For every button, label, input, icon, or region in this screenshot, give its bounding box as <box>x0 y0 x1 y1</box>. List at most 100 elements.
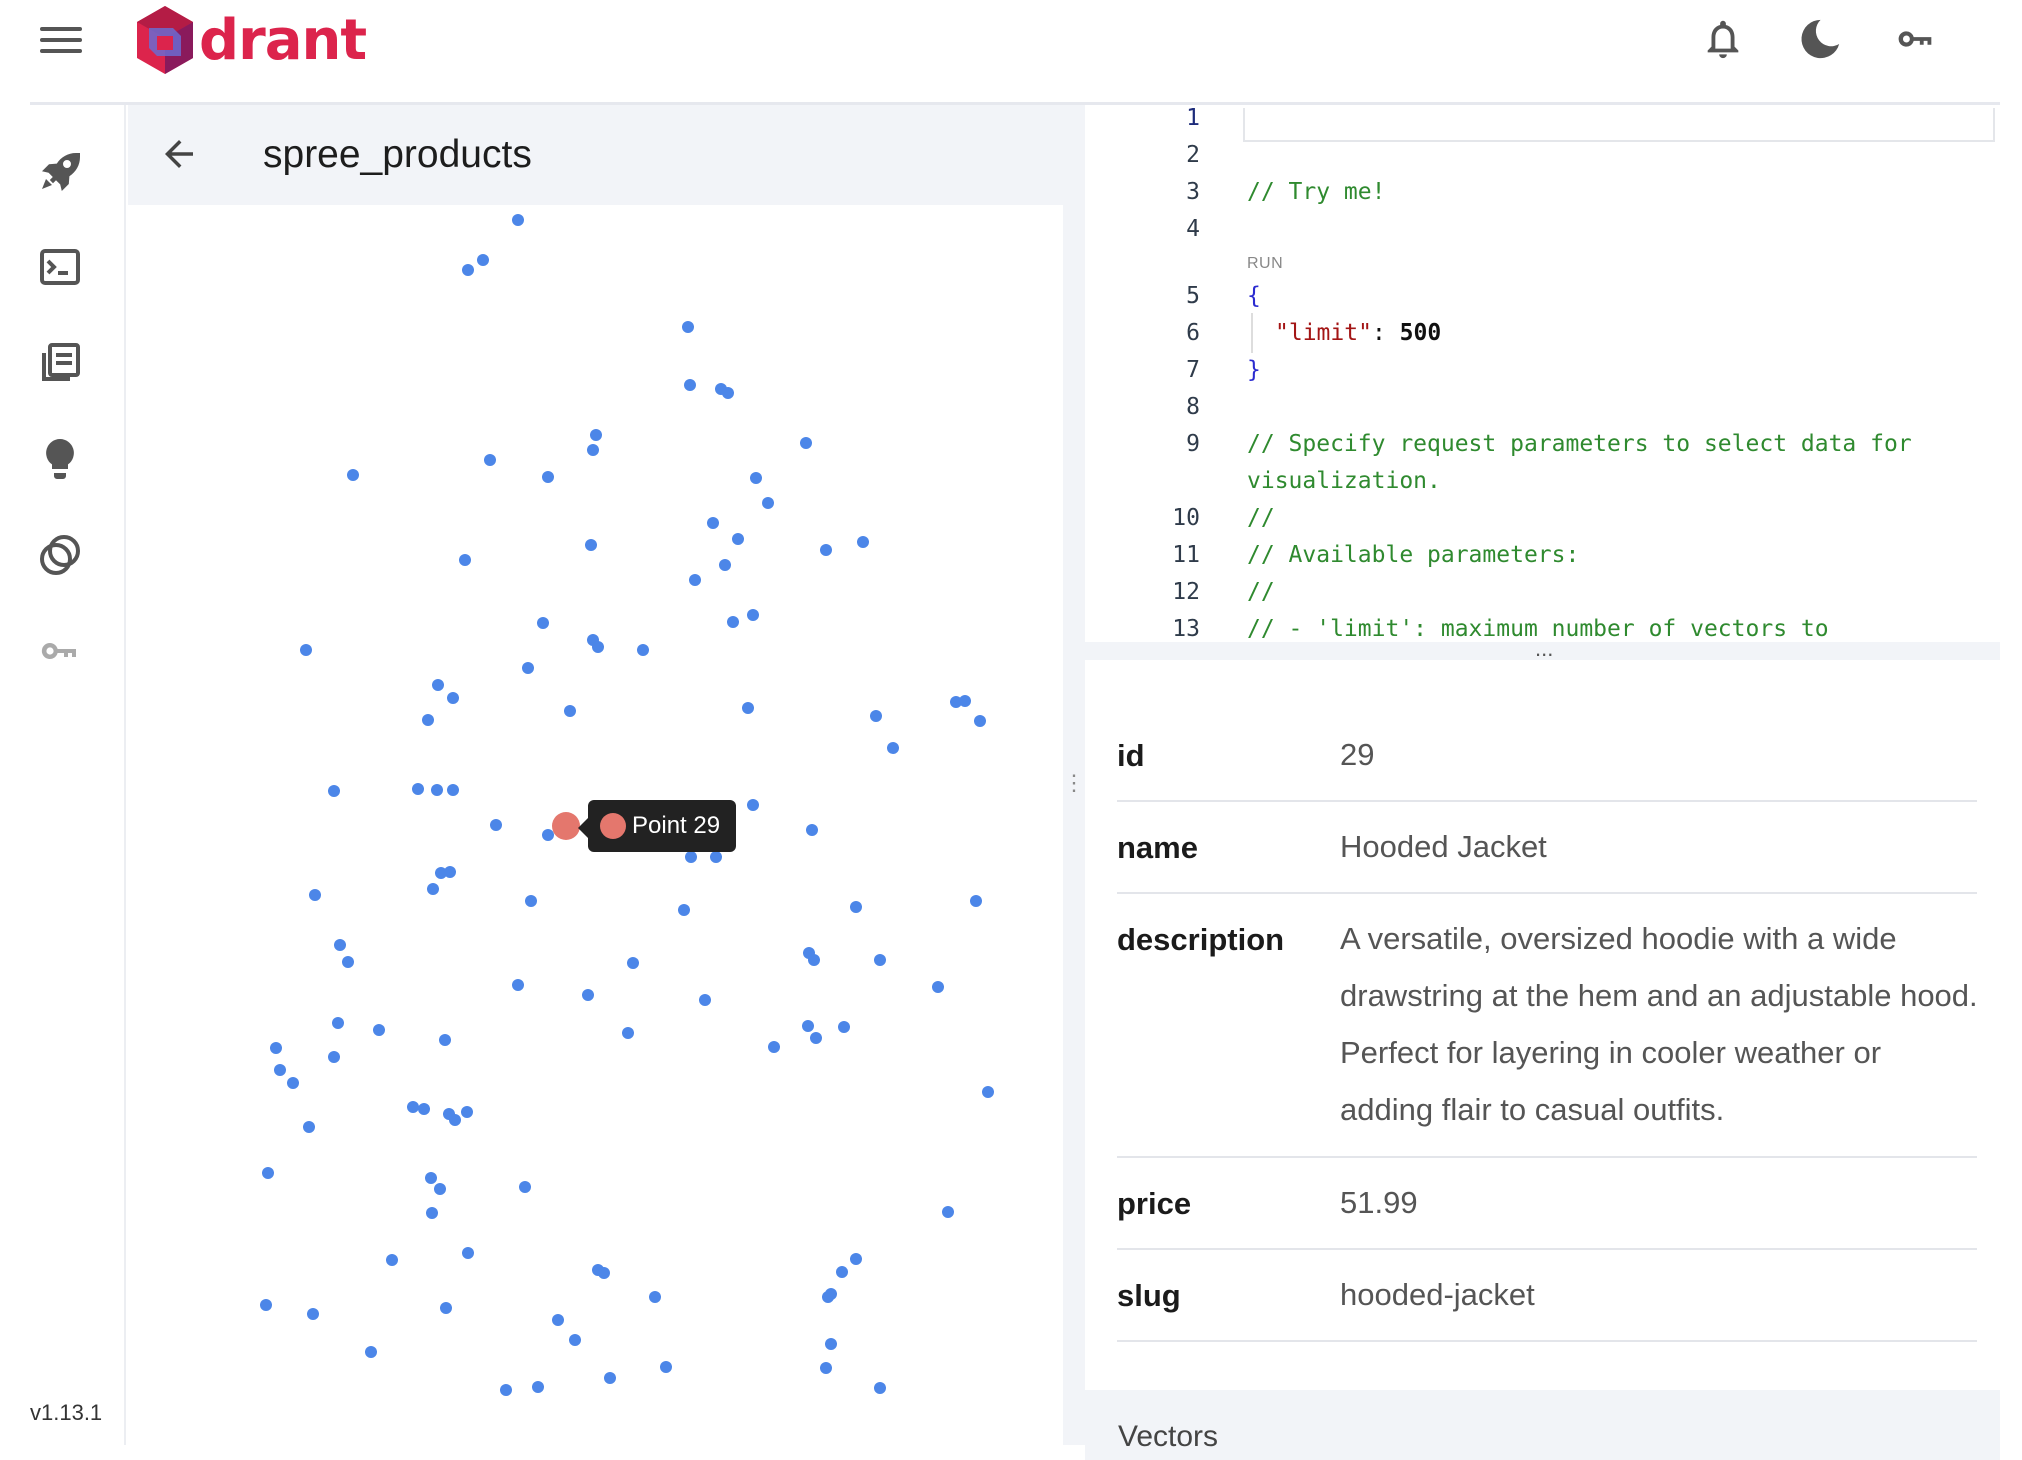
vector-point[interactable] <box>800 437 812 449</box>
run-button[interactable]: RUN <box>1247 255 1283 273</box>
vector-point[interactable] <box>682 321 694 333</box>
api-key-icon[interactable] <box>36 627 84 675</box>
vector-point[interactable] <box>309 889 321 901</box>
vector-point[interactable] <box>260 1299 272 1311</box>
code-line[interactable]: // Try me! <box>1247 179 1385 205</box>
editor-resize-handle[interactable]: ... <box>1535 636 1553 662</box>
vector-point[interactable] <box>942 1206 954 1218</box>
vector-point[interactable] <box>477 254 489 266</box>
vector-point[interactable] <box>762 497 774 509</box>
vector-point[interactable] <box>836 1266 848 1278</box>
vector-point[interactable] <box>637 644 649 656</box>
vector-point[interactable] <box>850 901 862 913</box>
vector-point[interactable] <box>432 679 444 691</box>
vector-point[interactable] <box>727 616 739 628</box>
vector-point[interactable] <box>300 644 312 656</box>
vector-point[interactable] <box>412 783 424 795</box>
vector-point[interactable] <box>808 954 820 966</box>
vector-point[interactable] <box>838 1021 850 1033</box>
vector-point[interactable] <box>262 1167 274 1179</box>
vector-point[interactable] <box>710 851 722 863</box>
vector-point[interactable] <box>365 1346 377 1358</box>
vector-point[interactable] <box>649 1291 661 1303</box>
vector-point[interactable] <box>820 1362 832 1374</box>
vector-point[interactable] <box>970 895 982 907</box>
vector-point[interactable] <box>287 1077 299 1089</box>
vector-point[interactable] <box>874 954 886 966</box>
vector-point[interactable] <box>585 539 597 551</box>
vector-point[interactable] <box>532 1381 544 1393</box>
vector-point[interactable] <box>490 819 502 831</box>
vector-point[interactable] <box>500 1384 512 1396</box>
vector-point[interactable] <box>747 609 759 621</box>
vector-point[interactable] <box>689 574 701 586</box>
console-icon[interactable] <box>36 243 84 291</box>
vector-point[interactable] <box>418 1103 430 1115</box>
vector-point[interactable] <box>439 1034 451 1046</box>
datasets-icon[interactable] <box>36 531 84 579</box>
vector-point[interactable] <box>461 1106 473 1118</box>
vector-point[interactable] <box>932 981 944 993</box>
vector-point[interactable] <box>426 1207 438 1219</box>
vector-point[interactable] <box>332 1017 344 1029</box>
code-line-limit[interactable]: "limit": 500 <box>1275 320 1441 346</box>
vector-point[interactable] <box>537 617 549 629</box>
vector-point[interactable] <box>806 824 818 836</box>
vector-point[interactable] <box>328 1051 340 1063</box>
vector-point[interactable] <box>582 989 594 1001</box>
vector-point[interactable] <box>722 387 734 399</box>
vector-point[interactable] <box>462 264 474 276</box>
vector-point[interactable] <box>982 1086 994 1098</box>
vector-point[interactable] <box>307 1308 319 1320</box>
code-line[interactable]: // <box>1247 579 1275 605</box>
code-line[interactable]: // Available parameters: <box>1247 542 1579 568</box>
vector-point[interactable] <box>887 742 899 754</box>
vector-point[interactable] <box>447 692 459 704</box>
lightbulb-icon[interactable] <box>36 435 84 483</box>
vector-point[interactable] <box>447 784 459 796</box>
vector-point[interactable] <box>347 469 359 481</box>
key-icon[interactable] <box>1893 16 1939 62</box>
qdrant-logo[interactable]: drant <box>133 0 367 80</box>
menu-icon[interactable] <box>40 22 82 54</box>
vector-point[interactable] <box>719 559 731 571</box>
vector-point[interactable] <box>768 1041 780 1053</box>
vector-point[interactable] <box>707 517 719 529</box>
code-line[interactable]: // Specify request parameters to select … <box>1247 431 1912 457</box>
vector-point[interactable] <box>525 895 537 907</box>
vector-point[interactable] <box>303 1121 315 1133</box>
vector-point[interactable] <box>434 1183 446 1195</box>
vector-point[interactable] <box>678 904 690 916</box>
vector-point[interactable] <box>427 883 439 895</box>
code-line[interactable]: { <box>1247 283 1261 309</box>
vector-point[interactable] <box>542 471 554 483</box>
vector-point[interactable] <box>542 829 554 841</box>
code-editor[interactable]: 1 2 3 // Try me! 4 RUN 5 { 6 "limit": 50… <box>1085 105 2000 645</box>
vector-point[interactable] <box>462 1247 474 1259</box>
rocket-icon[interactable] <box>36 147 84 195</box>
vector-point[interactable] <box>590 429 602 441</box>
vector-point[interactable] <box>407 1101 419 1113</box>
selected-vector-point[interactable] <box>552 812 580 840</box>
vector-point[interactable] <box>449 1114 461 1126</box>
vector-point[interactable] <box>825 1338 837 1350</box>
vector-point[interactable] <box>685 851 697 863</box>
vector-point[interactable] <box>660 1361 672 1373</box>
vector-point[interactable] <box>850 1253 862 1265</box>
vector-point[interactable] <box>622 1027 634 1039</box>
vector-point[interactable] <box>857 536 869 548</box>
vector-point[interactable] <box>512 214 524 226</box>
panel-splitter-handle[interactable]: ⋮ <box>1063 770 1085 800</box>
vector-point[interactable] <box>802 1020 814 1032</box>
vector-point[interactable] <box>587 444 599 456</box>
vector-point[interactable] <box>732 533 744 545</box>
vector-point[interactable] <box>274 1064 286 1076</box>
code-line-wrap[interactable]: visualization. <box>1247 468 1441 494</box>
vector-point[interactable] <box>750 472 762 484</box>
code-line[interactable]: } <box>1247 357 1261 383</box>
moon-icon[interactable] <box>1797 16 1843 62</box>
collections-icon[interactable] <box>36 339 84 387</box>
vector-point[interactable] <box>552 1314 564 1326</box>
vector-point[interactable] <box>747 799 759 811</box>
vector-point[interactable] <box>440 1302 452 1314</box>
